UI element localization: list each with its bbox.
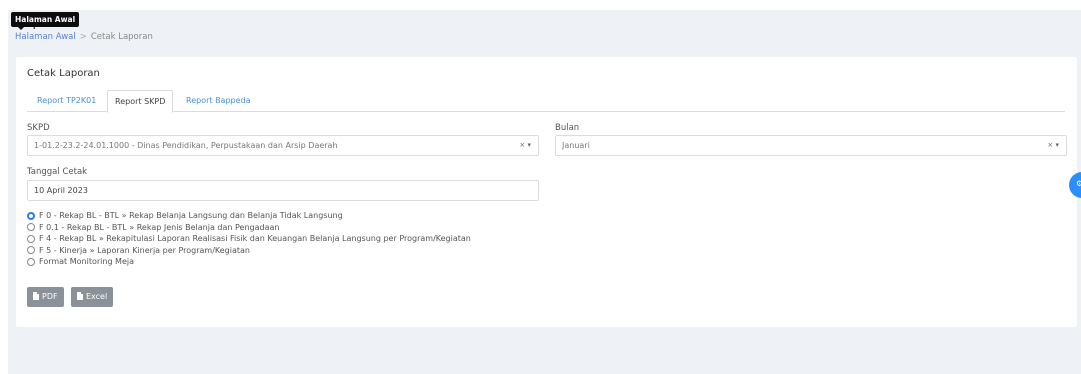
bulan-select-value: Januari bbox=[562, 141, 590, 150]
radio-option-f5[interactable]: F 5 - Kinerja » Laporan Kinerja per Prog… bbox=[27, 245, 471, 257]
radio-checked-icon[interactable] bbox=[27, 211, 35, 220]
radio-unchecked-icon[interactable] bbox=[27, 234, 35, 243]
excel-button[interactable]: Excel bbox=[71, 287, 114, 307]
radio-option-label: F 0 - Rekap BL - BTL » Rekap Belanja Lan… bbox=[39, 211, 343, 221]
radio-option-monitoring-meja[interactable]: Format Monitoring Meja bbox=[27, 256, 471, 268]
radio-option-f01[interactable]: F 0.1 - Rekap BL - BTL » Rekap Jenis Bel… bbox=[27, 222, 471, 234]
radio-option-label: F 0.1 - Rekap BL - BTL » Rekap Jenis Bel… bbox=[39, 222, 280, 232]
skpd-select-controls[interactable]: × ▾ bbox=[519, 136, 531, 155]
tanggal-cetak-label: Tanggal Cetak bbox=[27, 167, 88, 177]
report-format-options: F 0 - Rekap BL - BTL » Rekap Belanja Lan… bbox=[27, 210, 471, 268]
tab-report-tp2k01[interactable]: Report TP2K01 bbox=[30, 90, 103, 112]
tab-report-bappeda[interactable]: Report Bappeda bbox=[179, 90, 258, 112]
radio-unchecked-icon[interactable] bbox=[27, 257, 35, 266]
tooltip-arrow bbox=[17, 26, 25, 30]
tanggal-cetak-input[interactable]: 10 April 2023 bbox=[27, 180, 539, 201]
report-card: Cetak Laporan Report TP2K01 Report SKPD … bbox=[16, 57, 1077, 327]
bulan-select-controls[interactable]: × ▾ bbox=[1047, 136, 1059, 155]
bulan-label: Bulan bbox=[555, 123, 580, 133]
skpd-select[interactable]: 1-01.2-23.2-24.01.1000 - Dinas Pendidika… bbox=[27, 135, 539, 156]
pdf-button[interactable]: PDF bbox=[27, 287, 64, 307]
radio-option-f4[interactable]: F 4 - Rekap BL » Rekapitulasi Laporan Re… bbox=[27, 233, 471, 245]
file-icon bbox=[77, 292, 83, 300]
file-icon bbox=[33, 292, 39, 300]
tab-report-skpd[interactable]: Report SKPD bbox=[107, 90, 174, 113]
radio-unchecked-icon[interactable] bbox=[27, 246, 35, 255]
breadcrumb: Halaman Awal > Cetak Laporan bbox=[15, 32, 153, 42]
radio-unchecked-icon[interactable] bbox=[27, 223, 35, 232]
radio-option-label: F 5 - Kinerja » Laporan Kinerja per Prog… bbox=[39, 245, 250, 255]
tooltip: Halaman Awal bbox=[11, 12, 80, 27]
card-title: Cetak Laporan bbox=[27, 68, 100, 79]
radio-option-f0[interactable]: F 0 - Rekap BL - BTL » Rekap Belanja Lan… bbox=[27, 210, 471, 222]
breadcrumb-separator: > bbox=[79, 32, 87, 42]
breadcrumb-home-link[interactable]: Halaman Awal bbox=[15, 32, 76, 42]
breadcrumb-current: Cetak Laporan bbox=[90, 32, 153, 42]
settings-icon: ⚙ bbox=[1076, 179, 1081, 188]
report-tabs: Report TP2K01 Report SKPD Report Bappeda bbox=[27, 90, 1065, 113]
radio-option-label: F 4 - Rekap BL » Rekapitulasi Laporan Re… bbox=[39, 234, 471, 244]
pdf-button-label: PDF bbox=[42, 292, 58, 301]
skpd-select-value: 1-01.2-23.2-24.01.1000 - Dinas Pendidika… bbox=[34, 141, 338, 150]
skpd-label: SKPD bbox=[27, 123, 50, 133]
radio-option-label: Format Monitoring Meja bbox=[39, 257, 135, 267]
bulan-select[interactable]: Januari × ▾ bbox=[555, 135, 1067, 156]
excel-button-label: Excel bbox=[86, 292, 108, 301]
